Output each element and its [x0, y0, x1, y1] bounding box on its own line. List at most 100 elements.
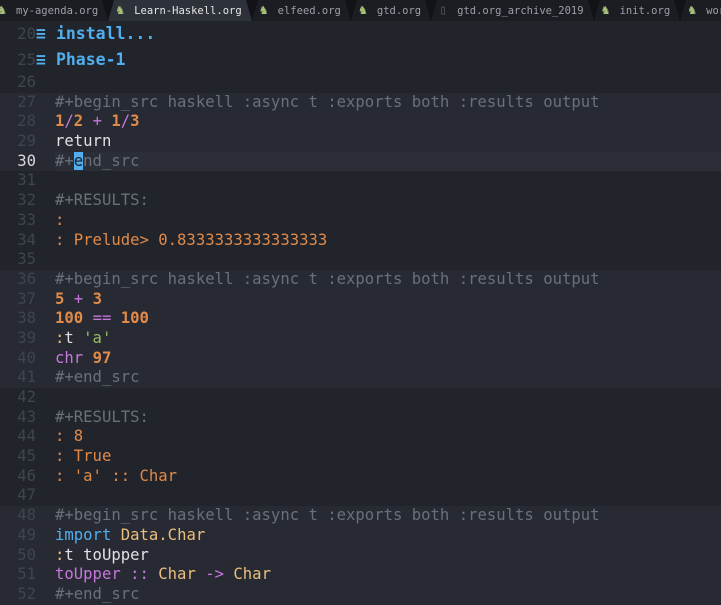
editor-line[interactable]: 43 #+RESULTS: — [0, 408, 721, 428]
editor-line[interactable]: 37 5 + 3 — [0, 289, 721, 310]
editor-line[interactable]: 20 ≡ install... — [0, 21, 721, 47]
editor-line[interactable]: 25 ≡ Phase-1 — [0, 47, 721, 73]
line-number: 47 — [17, 486, 36, 505]
tab-gtd-org[interactable]: ♞ gtd.org — [351, 0, 438, 21]
editor-line[interactable]: 44 : 8 — [0, 427, 721, 447]
editor-line[interactable]: 34: Prelude> 0.8333333333333333 — [0, 231, 721, 251]
token-res: : 8 — [55, 427, 84, 446]
tab-my-agenda-org[interactable]: ♞ my-agenda.org — [0, 0, 115, 21]
text-cursor: e — [73, 151, 84, 170]
editor-line[interactable]: 47 — [0, 486, 721, 506]
token-res: : — [55, 210, 65, 229]
heading-text: install... — [55, 24, 156, 43]
line-number: 49 — [17, 525, 36, 544]
line-text: : True — [55, 447, 721, 467]
editor-line[interactable]: 27 #+begin_src haskell :async t :exports … — [0, 92, 721, 113]
line-text: 1/2 + 1/3 — [55, 112, 721, 132]
org-heading[interactable]: ≡ Phase-1 — [36, 47, 125, 73]
line-text: #+RESULTS: — [55, 191, 721, 211]
tab-separator — [344, 0, 357, 21]
editor-line[interactable]: 28 1/2 + 1/3 — [0, 112, 721, 133]
editor-line[interactable]: 42 — [0, 388, 721, 408]
editor-line[interactable]: 38 100 == 100 — [0, 309, 721, 329]
token-plain: t — [64, 328, 84, 347]
line-number: 52 — [17, 584, 36, 603]
editor-buffer[interactable]: 20 ≡ install... 25 ≡ Phase-1 26 27 #+begin_src h… — [0, 21, 721, 605]
editor-line[interactable]: 33: — [0, 211, 721, 231]
tab-init-org[interactable]: ♞ init.org — [594, 0, 687, 21]
org-unicorn-icon: ♞ — [601, 2, 610, 18]
editor-line[interactable]: 49 import Data.Char — [0, 525, 721, 546]
editor-line[interactable]: 36 #+begin_src haskell :async t :exports … — [0, 269, 721, 290]
tab-gtd-org-archive-2019[interactable]: ▯ gtd.org_archive_2019 — [431, 0, 600, 21]
token-comment: nd_src — [83, 151, 140, 170]
tab-elfeed-org[interactable]: ♞ elfeed.org — [252, 0, 357, 21]
editor-line[interactable]: 51 toUpper :: Char -> Char — [0, 565, 721, 585]
line-text: #+end_src — [55, 368, 721, 388]
org-unicorn-icon: ♞ — [116, 2, 125, 18]
token-op: :: — [130, 565, 149, 584]
line-number: 42 — [17, 388, 36, 406]
line-number: 44 — [17, 427, 36, 446]
token-plain: t toUpper — [64, 545, 149, 564]
tab-separator — [102, 0, 115, 21]
tab-wor[interactable]: ♞ wor — [680, 0, 721, 21]
token-type: Data.Char — [120, 525, 206, 544]
tab-label: elfeed.org — [277, 4, 341, 17]
tab-separator — [674, 0, 687, 21]
editor-line[interactable]: 46: 'a' :: Char — [0, 467, 721, 487]
line-number: 28 — [17, 112, 36, 131]
editor-line[interactable]: 40 chr 97 — [0, 348, 721, 369]
token-num: 1 — [55, 112, 65, 131]
token-type: Char — [158, 565, 196, 584]
editor-line[interactable]: 48 #+begin_src haskell :async t :exports … — [0, 506, 721, 526]
line-number: 35 — [17, 250, 36, 269]
line-text: import Data.Char — [55, 526, 721, 546]
token-plain: return — [55, 132, 112, 151]
editor-line[interactable]: 52 #+end_src — [0, 584, 721, 605]
editor-line[interactable]: 35 — [0, 250, 721, 270]
line-text: #+end_src — [55, 585, 721, 605]
token-comment: #+begin_src haskell :async t :exports bo… — [55, 506, 600, 525]
token-op: -> — [205, 565, 225, 584]
token-res: : 'a' :: Char — [55, 466, 178, 485]
line-text: : 'a' :: Char — [55, 467, 721, 487]
editor-line[interactable]: 29 return — [0, 132, 721, 152]
org-unicorn-icon: ♞ — [0, 2, 6, 18]
editor-line[interactable]: 26 — [0, 73, 721, 93]
editor-line[interactable]: 45: True — [0, 447, 721, 467]
tab-label: gtd.org — [376, 4, 422, 17]
token-comment: #+RESULTS: — [55, 191, 149, 210]
token-res: : Prelude> 0.8333333333333333 — [55, 230, 328, 249]
line-text — [55, 388, 721, 408]
line-number: 40 — [17, 348, 36, 367]
token-op: / — [64, 112, 74, 131]
line-number: 50 — [17, 545, 36, 564]
editor-line[interactable]: 30 #+end_src — [0, 151, 721, 172]
token-op: / — [120, 112, 131, 131]
editor-line[interactable]: 41 #+end_src — [0, 368, 721, 388]
token-fn: toUpper — [55, 565, 121, 584]
org-heading[interactable]: ≡ install... — [36, 21, 155, 47]
line-text: :t toUpper — [55, 546, 721, 566]
tab-learn-haskell-org[interactable]: ♞ Learn-Haskell.org — [108, 0, 258, 21]
line-number: 39 — [17, 328, 36, 347]
token-num: 100 — [120, 309, 149, 328]
editor-line[interactable]: 39:t 'a' — [0, 328, 721, 349]
token-fn: chr — [55, 348, 84, 367]
org-unicorn-icon: ♞ — [358, 2, 367, 18]
line-text: #+begin_src haskell :async t :exports bo… — [55, 270, 721, 290]
editor-line[interactable]: 32 #+RESULTS: — [0, 191, 721, 211]
tab-label: my-agenda.org — [16, 4, 99, 17]
editor-line[interactable]: 50 :t toUpper — [0, 545, 721, 566]
editor-line[interactable]: 31 — [0, 171, 721, 191]
token-res: : True — [55, 447, 112, 466]
line-number: 51 — [17, 565, 36, 584]
heading-bullet-icon: ≡ — [36, 24, 46, 43]
token-type: Char — [233, 565, 271, 584]
org-unicorn-icon: ♞ — [688, 2, 697, 18]
token-op: == — [92, 309, 112, 328]
